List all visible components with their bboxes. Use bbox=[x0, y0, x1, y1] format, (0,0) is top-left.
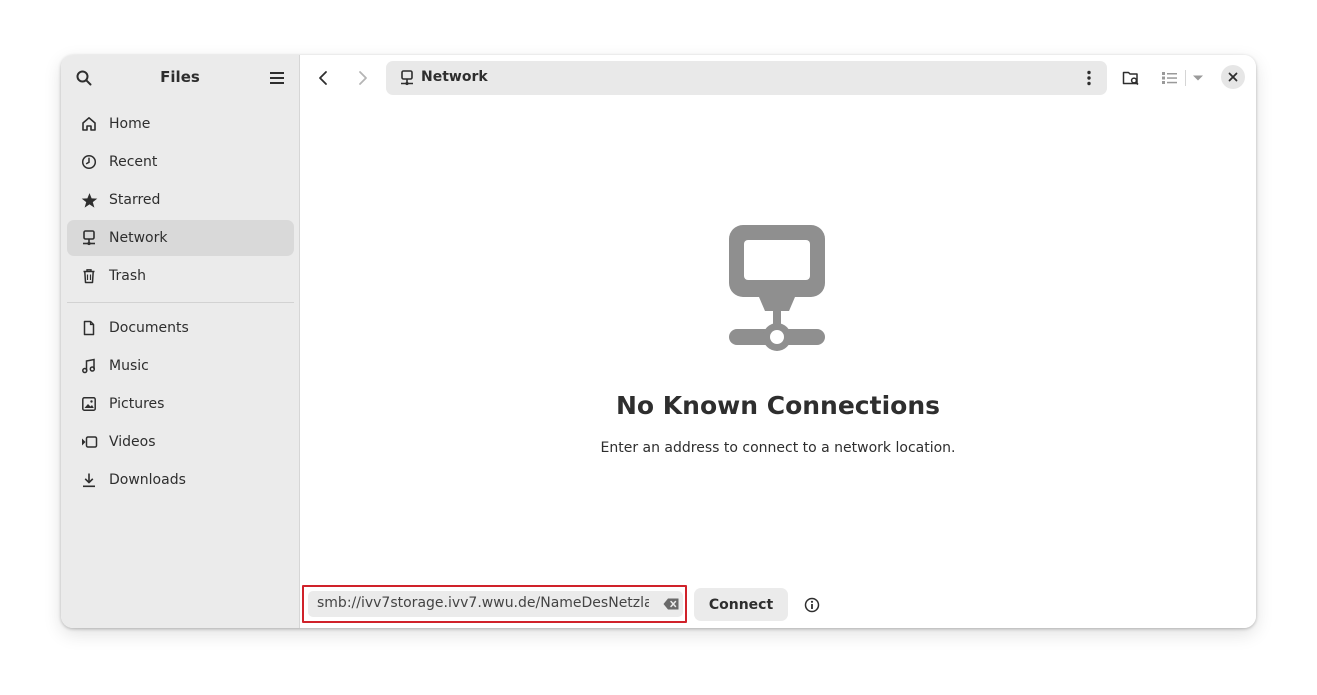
chevron-left-icon bbox=[319, 71, 327, 85]
files-window: Files Home Recent Starred Network Trash … bbox=[61, 55, 1256, 628]
empty-state-title: No Known Connections bbox=[615, 391, 940, 420]
connect-button[interactable]: Connect bbox=[694, 588, 788, 621]
location-label: Network bbox=[421, 69, 488, 85]
kebab-menu-icon bbox=[1087, 70, 1091, 86]
search-folder-button[interactable] bbox=[1117, 65, 1145, 91]
sidebar-header: Files bbox=[61, 55, 299, 101]
star-icon bbox=[80, 191, 98, 209]
server-address-input[interactable]: smb://ivv7storage.ivv7.wwu.de/NameDesNet… bbox=[308, 591, 683, 617]
sidebar-item-label: Videos bbox=[109, 434, 156, 450]
clock-icon bbox=[80, 153, 98, 171]
network-server-icon bbox=[729, 225, 825, 351]
picture-icon bbox=[80, 395, 98, 413]
sidebar-item-starred[interactable]: Starred bbox=[67, 182, 294, 218]
document-icon bbox=[80, 319, 98, 337]
folder-search-icon bbox=[1122, 71, 1139, 86]
sidebar-item-label: Documents bbox=[109, 320, 189, 336]
location-menu-button[interactable] bbox=[1079, 68, 1099, 88]
empty-state-subtitle: Enter an address to connect to a network… bbox=[600, 440, 956, 456]
close-button[interactable] bbox=[1221, 65, 1245, 89]
sidebar-item-label: Pictures bbox=[109, 396, 165, 412]
sidebar-item-trash[interactable]: Trash bbox=[67, 258, 294, 294]
empty-state: No Known Connections Enter an address to… bbox=[300, 55, 1256, 628]
trash-icon bbox=[80, 267, 98, 285]
sidebar-item-label: Home bbox=[109, 116, 151, 132]
forward-button[interactable] bbox=[349, 66, 377, 90]
hamburger-menu-icon bbox=[270, 72, 284, 84]
info-icon bbox=[804, 597, 820, 613]
sidebar-list: Home Recent Starred Network Trash Docume… bbox=[67, 106, 294, 500]
network-icon bbox=[401, 70, 413, 86]
server-address-info-button[interactable] bbox=[802, 595, 822, 615]
sidebar: Files Home Recent Starred Network Trash … bbox=[61, 55, 300, 628]
list-view-icon bbox=[1161, 72, 1177, 84]
back-button[interactable] bbox=[309, 66, 337, 90]
chevron-down-icon bbox=[1192, 75, 1203, 81]
network-icon bbox=[80, 229, 98, 247]
main-menu-button[interactable] bbox=[266, 67, 288, 89]
sidebar-item-recent[interactable]: Recent bbox=[67, 144, 294, 180]
sidebar-separator bbox=[67, 302, 294, 303]
main-content: Network No Known Connections Enter an ad… bbox=[300, 55, 1256, 628]
location-bar[interactable]: Network bbox=[386, 61, 1107, 95]
music-icon bbox=[80, 357, 98, 375]
app-title: Files bbox=[160, 68, 200, 86]
download-icon bbox=[80, 471, 98, 489]
address-field-highlight: smb://ivv7storage.ivv7.wwu.de/NameDesNet… bbox=[302, 585, 687, 623]
sidebar-item-label: Network bbox=[109, 230, 168, 246]
sidebar-item-label: Starred bbox=[109, 192, 161, 208]
sidebar-item-home[interactable]: Home bbox=[67, 106, 294, 142]
close-icon bbox=[1228, 72, 1238, 82]
sidebar-item-label: Trash bbox=[109, 268, 146, 284]
chevron-right-icon bbox=[359, 71, 367, 85]
sidebar-item-label: Music bbox=[109, 358, 149, 374]
sidebar-item-pictures[interactable]: Pictures bbox=[67, 386, 294, 422]
sidebar-item-label: Recent bbox=[109, 154, 158, 170]
server-address-value[interactable]: smb://ivv7storage.ivv7.wwu.de/NameDesNet… bbox=[317, 595, 649, 611]
view-options-button[interactable] bbox=[1158, 65, 1206, 91]
sidebar-item-network[interactable]: Network bbox=[67, 220, 294, 256]
video-icon bbox=[80, 433, 98, 451]
sidebar-item-documents[interactable]: Documents bbox=[67, 310, 294, 346]
sidebar-item-videos[interactable]: Videos bbox=[67, 424, 294, 460]
divider bbox=[1184, 70, 1186, 86]
sidebar-item-music[interactable]: Music bbox=[67, 348, 294, 384]
home-icon bbox=[80, 115, 98, 133]
clear-text-icon[interactable] bbox=[663, 598, 679, 610]
sidebar-item-label: Downloads bbox=[109, 472, 186, 488]
sidebar-item-downloads[interactable]: Downloads bbox=[67, 462, 294, 498]
